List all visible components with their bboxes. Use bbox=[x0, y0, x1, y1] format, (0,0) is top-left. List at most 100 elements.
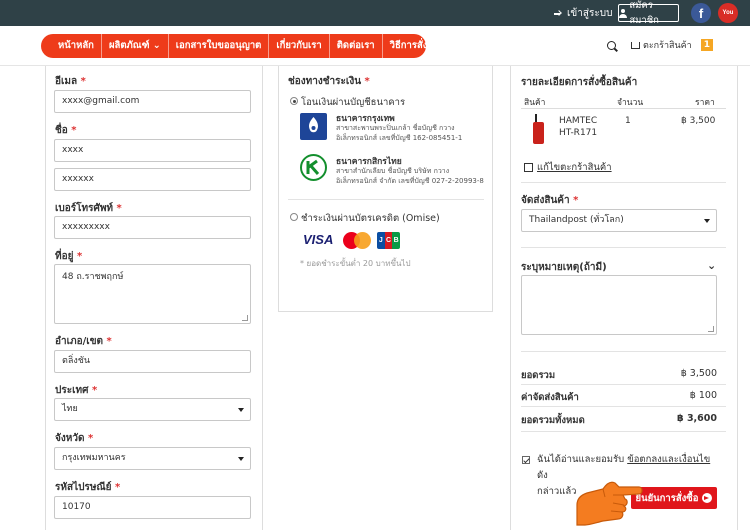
terms-text-start: ฉันได้อ่านและยอมรับ bbox=[537, 454, 625, 465]
total-value: ฿ 3,600 bbox=[677, 413, 717, 424]
edit-cart-label: แก้ไขตะกร้าสินค้า bbox=[537, 162, 612, 173]
shipping-cost-value: ฿ 100 bbox=[689, 390, 717, 401]
bank-detail-line: อิเล็กทรอนิกส์ จำกัด เลขที่บัญชี 027-2-2… bbox=[336, 177, 484, 185]
bank-transfer-radio[interactable] bbox=[290, 97, 298, 105]
country-label: ประเทศ * bbox=[55, 383, 97, 398]
jcb-logo: J C B bbox=[377, 232, 400, 249]
dropdown-caret-icon bbox=[704, 219, 710, 223]
terms-checkbox[interactable] bbox=[522, 456, 530, 464]
payment-title: ช่องทางชำระเงิน * bbox=[288, 74, 370, 89]
province-label-text: จังหวัด bbox=[55, 433, 85, 444]
phone-label-text: เบอร์โทรศัพท์ bbox=[55, 203, 114, 214]
divider bbox=[288, 199, 484, 200]
product-thumbnail[interactable] bbox=[533, 114, 545, 144]
bangkok-bank-logo bbox=[300, 113, 327, 140]
required-mark: * bbox=[71, 125, 77, 136]
terms-link[interactable]: ข้อตกลงและเงื่อนไข bbox=[627, 454, 710, 465]
shipping-label-text: จัดส่งสินค้า bbox=[521, 195, 570, 206]
edit-cart-link[interactable]: แก้ไขตะกร้าสินค้า bbox=[524, 160, 612, 175]
postcode-field[interactable]: 10170 bbox=[54, 496, 251, 519]
address-textarea[interactable]: 48 ถ.ราชพฤกษ์ bbox=[54, 264, 251, 324]
jcb-letter: B bbox=[392, 232, 400, 249]
shipping-select[interactable]: Thailandpost (ทั่วโลก) bbox=[521, 209, 717, 232]
required-mark: * bbox=[573, 195, 579, 206]
divider bbox=[521, 108, 726, 109]
remark-label: ระบุหมายเหตุ(ถ้ามี) bbox=[521, 262, 607, 273]
nav-item-about[interactable]: เกี่ยวกับเรา bbox=[269, 34, 330, 58]
nav-item-home[interactable]: หน้าหลัก bbox=[51, 34, 102, 58]
shipping-label: จัดส่งสินค้า * bbox=[521, 193, 578, 208]
subtotal-value: ฿ 3,500 bbox=[680, 368, 717, 379]
product-name: HAMTEC HT-R171 bbox=[559, 116, 597, 138]
terms-text-tail: ดัง bbox=[537, 470, 548, 481]
divider bbox=[521, 182, 726, 183]
resize-handle[interactable] bbox=[708, 326, 714, 332]
register-label: สมัครสมาชิก bbox=[629, 0, 659, 26]
district-label: อำเภอ/เขต * bbox=[55, 334, 112, 349]
search-icon[interactable] bbox=[607, 41, 616, 50]
login-link[interactable]: เข้าสู่ระบบ bbox=[554, 6, 612, 21]
product-price: ฿ 3,500 bbox=[681, 116, 716, 126]
resize-handle[interactable] bbox=[242, 315, 248, 321]
cart-count-badge: 1 bbox=[700, 39, 714, 51]
minimum-payment-note: * ยอดชำระขั้นต่ำ 20 บาทขึ้นไป bbox=[300, 259, 411, 268]
bank-detail-line: สาขาสำนักเลียบ ชื่อบัญชี บริษัท กวาง bbox=[336, 167, 450, 175]
required-mark: * bbox=[91, 385, 98, 396]
nav-item-contact[interactable]: ติดต่อเรา bbox=[330, 34, 383, 58]
edit-icon bbox=[524, 163, 533, 172]
required-mark: * bbox=[364, 76, 370, 87]
country-select[interactable]: ไทย bbox=[54, 398, 251, 421]
cart-label: ตะกร้าสินค้า bbox=[643, 41, 692, 51]
col-header-price: ราคา bbox=[695, 98, 715, 108]
order-summary: รายละเอียดการสั่งซื้อสินค้า สินค้า จำนวน… bbox=[510, 66, 738, 530]
divider bbox=[521, 406, 726, 407]
payment-panel: ช่องทางชำระเงิน * โอนเงินผ่านบัญชีธนาคาร… bbox=[278, 66, 493, 312]
nav-item-products-label: ผลิตภัณฑ์ bbox=[108, 40, 150, 51]
payment-title-text: ช่องทางชำระเงิน bbox=[288, 76, 362, 87]
province-label: จังหวัด * bbox=[55, 431, 93, 446]
pointing-hand-icon bbox=[576, 481, 643, 526]
required-mark: * bbox=[106, 336, 112, 347]
cart-icon bbox=[631, 41, 640, 49]
credit-card-radio[interactable] bbox=[290, 213, 298, 221]
shipping-cost-label: ค่าจัดส่งสินค้า bbox=[521, 392, 579, 403]
required-mark: * bbox=[87, 433, 94, 444]
remark-textarea[interactable] bbox=[521, 275, 717, 335]
facebook-icon[interactable]: f bbox=[691, 3, 711, 23]
register-button[interactable]: สมัครสมาชิก bbox=[618, 0, 679, 26]
chevron-down-icon[interactable]: ⌄ bbox=[707, 259, 716, 272]
district-field[interactable]: ตลิ่งชัน bbox=[54, 350, 251, 373]
youtube-icon[interactable]: You bbox=[718, 3, 738, 23]
product-qty: 1 bbox=[625, 116, 631, 126]
divider bbox=[521, 384, 726, 385]
divider bbox=[521, 431, 726, 432]
bank-detail: สาขาสะพานพระปิ่นเกล้า ชื่อบัญชี กวาง อิเ… bbox=[336, 123, 496, 143]
country-label-text: ประเทศ bbox=[55, 385, 89, 396]
required-mark: * bbox=[115, 482, 121, 493]
visa-logo: VISA bbox=[303, 232, 334, 247]
nav-item-documents[interactable]: เอกสารใบขออนุญาต bbox=[169, 34, 270, 58]
email-field[interactable]: xxxx@gmail.com bbox=[54, 90, 251, 113]
jcb-letter: J bbox=[377, 232, 385, 249]
chevron-down-icon: ⌄ bbox=[152, 40, 161, 51]
nav-item-products[interactable]: ผลิตภัณฑ์ ⌄ bbox=[102, 34, 169, 58]
address-label-text: ที่อยู่ bbox=[55, 251, 74, 262]
province-select[interactable]: กรุงเทพมหานคร bbox=[54, 447, 251, 470]
last-name-field[interactable]: xxxxxx bbox=[54, 168, 251, 191]
divider bbox=[521, 247, 726, 248]
dropdown-caret-icon bbox=[238, 457, 244, 461]
bank-transfer-label: โอนเงินผ่านบัญชีธนาคาร bbox=[301, 97, 406, 108]
required-mark: * bbox=[116, 203, 122, 214]
required-mark: * bbox=[80, 76, 86, 87]
cart-link[interactable]: ตะกร้าสินค้า 1 bbox=[631, 38, 714, 52]
province-value: กรุงเทพมหานคร bbox=[62, 453, 126, 463]
total-label: ยอดรวมทั้งหมด bbox=[521, 415, 585, 426]
col-header-product: สินค้า bbox=[524, 98, 546, 108]
phone-field[interactable]: xxxxxxxxx bbox=[54, 216, 251, 239]
first-name-field[interactable]: xxxx bbox=[54, 139, 251, 162]
arrow-right-icon bbox=[702, 493, 713, 503]
credit-card-label: ชำระเงินผ่านบัตรเครดิต (Omise) bbox=[301, 213, 440, 224]
product-name-line: HAMTEC bbox=[559, 116, 598, 126]
nav-item-how-to-order[interactable]: วิธีการสั่งซื้อ bbox=[383, 34, 447, 58]
phone-label: เบอร์โทรศัพท์ * bbox=[55, 201, 122, 216]
